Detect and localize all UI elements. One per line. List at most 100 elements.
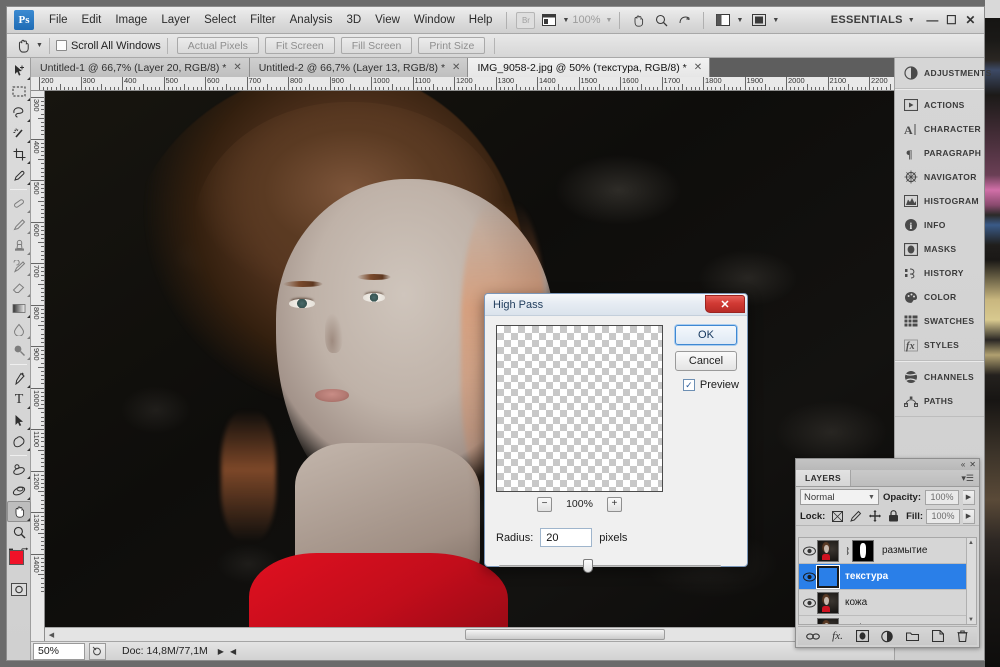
opacity-input[interactable]: 100% (925, 490, 959, 505)
radius-input[interactable]: 20 (540, 528, 592, 547)
status-proxy-icon[interactable] (89, 643, 106, 660)
dock-item-navigator[interactable]: NAVIGATOR (895, 165, 984, 189)
layer-thumbnail[interactable] (817, 592, 839, 614)
layer-thumbnail[interactable] (817, 566, 839, 588)
lock-transparent-pixels-icon[interactable] (831, 510, 844, 523)
blur-tool[interactable] (7, 319, 31, 340)
workspace-chevron-down-icon[interactable]: ▼ (908, 17, 915, 24)
magic-wand-tool[interactable] (7, 123, 31, 144)
path-selection-tool[interactable] (7, 410, 31, 431)
dialog-close-button[interactable]: ✕ (705, 295, 745, 313)
menu-item-filter[interactable]: Filter (243, 10, 283, 30)
lock-position-icon[interactable] (869, 510, 882, 523)
clone-stamp-tool[interactable] (7, 235, 31, 256)
layer-visibility-toggle-eye-icon[interactable] (801, 598, 817, 608)
screen-mode-chevron-down-icon[interactable]: ▼ (772, 17, 779, 24)
checkbox-checked-icon[interactable]: ✓ (683, 379, 695, 391)
opacity-stepper-icon[interactable]: ▶ (963, 490, 975, 505)
filter-preview-area[interactable] (496, 325, 663, 492)
fill-stepper-icon[interactable]: ▶ (963, 509, 975, 524)
dock-item-adjustments[interactable]: ADJUSTMENTS (895, 61, 984, 85)
new-group-button[interactable] (906, 629, 920, 643)
menu-item-image[interactable]: Image (108, 10, 154, 30)
document-tab-untitled-2[interactable]: Untitled-2 @ 66,7% (Layer 13, RGB/8) * ✕ (250, 58, 469, 77)
dock-item-actions[interactable]: ACTIONS (895, 93, 984, 117)
fill-input[interactable]: 100% (926, 509, 960, 524)
checkbox-box[interactable] (56, 40, 67, 51)
new-fill-adjustment-layer-button[interactable] (881, 629, 895, 643)
brush-tool[interactable] (7, 214, 31, 235)
history-brush-tool[interactable] (7, 256, 31, 277)
pen-tool[interactable] (7, 368, 31, 389)
fit-screen-button[interactable]: Fit Screen (265, 37, 335, 54)
bridge-icon[interactable]: Br (516, 12, 535, 29)
menu-item-edit[interactable]: Edit (75, 10, 109, 30)
close-icon[interactable]: ✕ (233, 62, 241, 73)
hand-tool-icon[interactable] (12, 36, 34, 56)
actual-pixels-button[interactable]: Actual Pixels (177, 37, 259, 54)
scroll-down-arrow-icon[interactable]: ▼ (966, 615, 976, 624)
eyedropper-tool[interactable] (7, 165, 31, 186)
foreground-color-swatch[interactable] (9, 550, 24, 565)
dock-item-info[interactable]: i INFO (895, 213, 984, 237)
layer-row[interactable]: текстура (799, 564, 976, 590)
close-button[interactable]: ✕ (961, 12, 980, 29)
view-extras-icon[interactable] (539, 12, 558, 29)
document-tab-untitled-1[interactable]: Untitled-1 @ 66,7% (Layer 20, RGB/8) * ✕ (31, 58, 250, 77)
menu-item-help[interactable]: Help (462, 10, 500, 30)
fill-screen-button[interactable]: Fill Screen (341, 37, 413, 54)
dock-item-character[interactable]: A CHARACTER (895, 117, 984, 141)
workspace-switcher[interactable]: ESSENTIALS ▼ — ☐ ✕ (831, 12, 984, 29)
dialog-titlebar[interactable]: High Pass ✕ (485, 294, 747, 316)
rectangular-marquee-tool[interactable] (7, 81, 31, 102)
layer-row[interactable]: дефекты (799, 616, 976, 625)
menu-item-file[interactable]: File (42, 10, 75, 30)
layers-list-scrollbar[interactable]: ▲ ▼ (966, 538, 976, 624)
dock-item-styles[interactable]: fx STYLES (895, 333, 984, 357)
print-size-button[interactable]: Print Size (418, 37, 485, 54)
lock-image-pixels-icon[interactable] (850, 510, 863, 523)
gradient-tool[interactable] (7, 298, 31, 319)
menu-item-select[interactable]: Select (197, 10, 243, 30)
slider-handle[interactable] (583, 559, 593, 573)
eraser-tool[interactable] (7, 277, 31, 298)
3d-orbit-tool[interactable] (7, 480, 31, 501)
crop-tool[interactable] (7, 144, 31, 165)
status-collapse-arrow-icon[interactable]: ◀ (230, 647, 236, 656)
dock-item-swatches[interactable]: SWATCHES (895, 309, 984, 333)
menu-item-window[interactable]: Window (407, 10, 462, 30)
menu-item-analysis[interactable]: Analysis (283, 10, 340, 30)
custom-shape-tool[interactable] (7, 431, 31, 452)
menu-item-3d[interactable]: 3D (339, 10, 368, 30)
3d-rotate-tool[interactable] (7, 459, 31, 480)
blend-mode-select[interactable]: Normal ▼ (800, 489, 879, 505)
layer-thumbnail[interactable] (817, 618, 839, 626)
dock-item-channels[interactable]: CHANNELS (895, 365, 984, 389)
hand-tool-icon[interactable] (629, 12, 648, 29)
preview-checkbox[interactable]: ✓ Preview (683, 379, 739, 391)
view-extras-chevron-down-icon[interactable]: ▼ (562, 17, 569, 24)
dock-item-masks[interactable]: MASKS (895, 237, 984, 261)
layer-visibility-toggle-eye-icon[interactable] (801, 572, 817, 582)
document-tab-img-9058-2[interactable]: IMG_9058-2.jpg @ 50% (текстура, RGB/8) *… (468, 58, 710, 77)
collapse-panel-icon[interactable]: « (961, 460, 965, 469)
dock-item-histogram[interactable]: HISTOGRAM (895, 189, 984, 213)
menu-item-view[interactable]: View (368, 10, 407, 30)
hand-tool[interactable] (7, 501, 31, 522)
scroll-up-arrow-icon[interactable]: ▲ (966, 538, 976, 547)
close-panel-icon[interactable]: ✕ (969, 460, 976, 469)
dock-item-history[interactable]: HISTORY (895, 261, 984, 285)
dock-item-paths[interactable]: PATHS (895, 389, 984, 413)
menu-item-layer[interactable]: Layer (154, 10, 197, 30)
layers-list[interactable]: размытие текстура (798, 537, 977, 625)
layer-mask-thumbnail[interactable] (852, 540, 874, 562)
arrange-documents-icon[interactable] (713, 12, 732, 29)
minimize-button[interactable]: — (923, 12, 942, 29)
link-layers-button[interactable] (806, 629, 820, 643)
scroll-left-arrow-icon[interactable]: ◀ (45, 628, 58, 641)
panel-menu-icon[interactable]: ▾☰ (956, 470, 979, 486)
ok-button[interactable]: OK (675, 325, 737, 345)
horizontal-scroll-thumb[interactable] (465, 629, 665, 640)
zoom-tool-icon[interactable] (652, 12, 671, 29)
layer-visibility-toggle-eye-icon[interactable] (801, 546, 817, 556)
